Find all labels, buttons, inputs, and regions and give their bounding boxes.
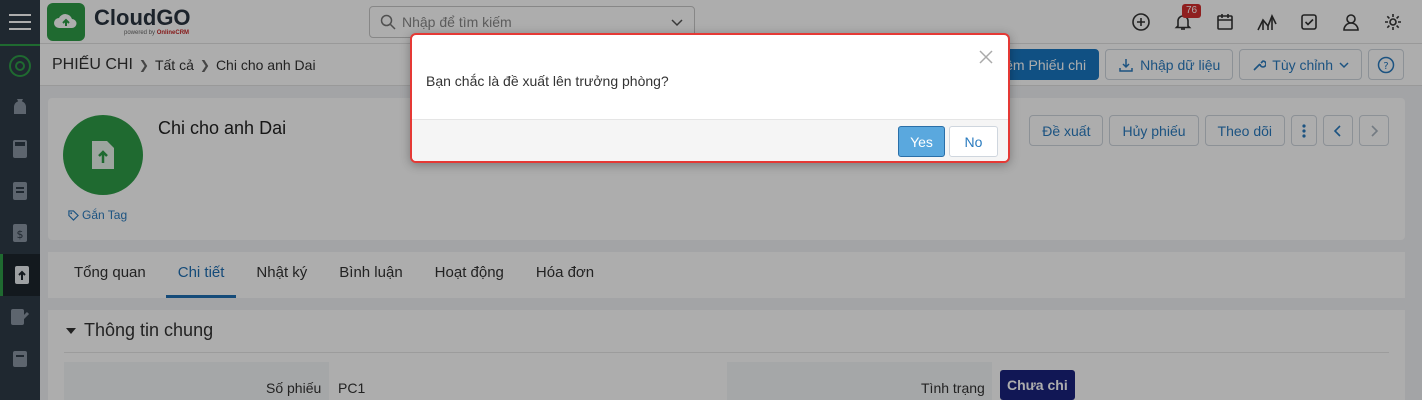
dialog-message: Bạn chắc là đề xuất lên trưởng phòng? <box>426 73 669 89</box>
confirm-dialog: Bạn chắc là đề xuất lên trưởng phòng? Ye… <box>410 33 1010 163</box>
no-button[interactable]: No <box>949 126 998 157</box>
close-icon[interactable] <box>978 49 994 65</box>
yes-button[interactable]: Yes <box>898 126 945 157</box>
dialog-footer: Yes No <box>412 119 1008 161</box>
